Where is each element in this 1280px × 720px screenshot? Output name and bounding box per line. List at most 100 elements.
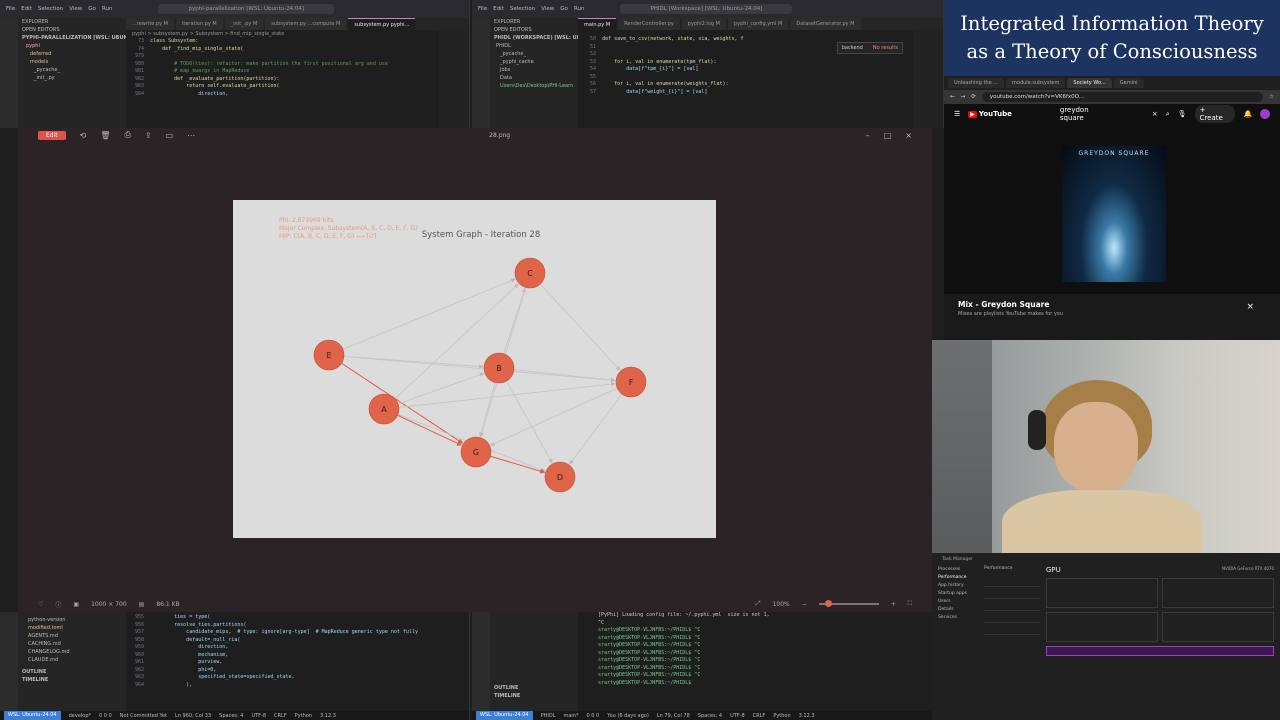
- forward-icon[interactable]: →: [961, 94, 966, 100]
- outline-header[interactable]: OUTLINE: [490, 684, 578, 692]
- code-editor[interactable]: 50 def save_to_csv(network, state, sia, …: [578, 30, 943, 96]
- menu-selection[interactable]: Selection: [38, 6, 63, 12]
- minimize-icon[interactable]: –: [866, 131, 870, 140]
- menu-go[interactable]: Go: [560, 6, 568, 12]
- code-line[interactable]: 962 phi=0,: [132, 667, 469, 675]
- zoom-in-icon[interactable]: +: [891, 601, 896, 608]
- status-item[interactable]: 0 0 0: [587, 713, 600, 719]
- code-line[interactable]: 958 default=_null_ria(: [132, 637, 469, 645]
- find-input[interactable]: backend: [842, 45, 863, 51]
- tree-item[interactable]: CHANGELOG.md: [18, 648, 126, 656]
- code-line[interactable]: 53 for i, val in enumerate(tpm_flat):: [584, 59, 943, 67]
- menu-edit[interactable]: Edit: [493, 6, 504, 12]
- code-line[interactable]: 982 def _evaluate_partition(partition):: [132, 76, 469, 84]
- minimap[interactable]: [913, 30, 943, 128]
- code-line[interactable]: 55: [584, 74, 943, 82]
- mix-title[interactable]: Mix - Greydon Square: [958, 300, 1266, 309]
- code-line[interactable]: 961 purview,: [132, 659, 469, 667]
- code-line[interactable]: 957 candidate_mips, # type: ignore[arg-t…: [132, 629, 469, 637]
- more-icon[interactable]: ⋯: [187, 131, 195, 140]
- rotate-icon[interactable]: ⟲: [80, 131, 87, 140]
- editor-tab[interactable]: _init_.py M: [224, 18, 264, 30]
- album-art[interactable]: GREYDON SQUARE: [1062, 146, 1166, 282]
- avatar[interactable]: [1260, 109, 1270, 119]
- outline-header[interactable]: OUTLINE: [18, 668, 126, 676]
- editor-tab[interactable]: DatasetGenerator.py M: [790, 18, 861, 30]
- command-center[interactable]: PHIDL [Workspace] [WSL: Ubuntu-24.04]: [620, 4, 793, 14]
- status-item[interactable]: Spaces: 4: [219, 713, 243, 719]
- tree-item[interactable]: _init_.py: [18, 74, 126, 82]
- code-line[interactable]: 963 specified_state=specified_state,: [132, 674, 469, 682]
- code-line[interactable]: 979: [132, 53, 469, 61]
- status-item[interactable]: UTF-8: [730, 713, 745, 719]
- menu-selection[interactable]: Selection: [510, 6, 535, 12]
- code-line[interactable]: 983 return self.evaluate_partition(: [132, 83, 469, 91]
- status-item[interactable]: PHIDL: [541, 713, 556, 719]
- nav-item-active[interactable]: Performance: [938, 574, 984, 582]
- tree-item[interactable]: deferred: [18, 50, 126, 58]
- fullscreen-icon[interactable]: ⛶: [908, 600, 912, 608]
- tree-item[interactable]: _pycache_: [490, 50, 578, 58]
- status-item[interactable]: Ln 960, Col 33: [175, 713, 211, 719]
- nav-item[interactable]: Startup apps: [938, 590, 984, 598]
- delete-icon[interactable]: 🗑: [100, 131, 110, 140]
- perf-tile[interactable]: [984, 599, 1040, 611]
- browser-tab[interactable]: Gemini: [1113, 78, 1144, 88]
- editor-tab-active[interactable]: main.py M: [578, 18, 617, 30]
- code-line[interactable]: 984 direction,: [132, 91, 469, 99]
- tree-item[interactable]: CLAUDE.md: [18, 656, 126, 664]
- tree-item[interactable]: Jobs: [490, 66, 578, 74]
- code-line[interactable]: 955 ties = type(: [132, 614, 469, 622]
- close-icon[interactable]: ×: [1246, 302, 1254, 312]
- timeline-header[interactable]: TIMELINE: [18, 676, 126, 684]
- code-line[interactable]: 54 data[f"tpm_{i}"] = [val]: [584, 66, 943, 74]
- zoom-slider[interactable]: [818, 600, 879, 607]
- tree-item[interactable]: modified.toml: [18, 624, 126, 632]
- timeline-header[interactable]: TIMELINE: [490, 692, 578, 700]
- tree-item[interactable]: AGENTS.md: [18, 632, 126, 640]
- tree-item[interactable]: python-version: [18, 616, 126, 624]
- nav-item[interactable]: Details: [938, 606, 984, 614]
- open-editors-header[interactable]: OPEN EDITORS: [490, 26, 578, 34]
- status-item[interactable]: main*: [564, 713, 579, 719]
- nav-item[interactable]: Processes: [938, 566, 984, 574]
- status-item[interactable]: UTF-8: [251, 713, 266, 719]
- menu-view[interactable]: View: [541, 6, 554, 12]
- status-item[interactable]: 3.12.3: [320, 713, 336, 719]
- bookmark-icon[interactable]: ☆: [1269, 94, 1274, 100]
- zoom-out-icon[interactable]: −: [802, 601, 807, 608]
- code-line[interactable]: 981 # map_kwargs in MapReduce: [132, 68, 469, 76]
- browser-tab[interactable]: Unleashing the ...: [948, 78, 1005, 88]
- menu-file[interactable]: File: [6, 6, 15, 12]
- remote-indicator[interactable]: WSL: Ubuntu-24.04: [476, 711, 533, 720]
- status-item[interactable]: Python: [295, 713, 312, 719]
- perf-tile[interactable]: [984, 611, 1040, 623]
- maximize-icon[interactable]: □: [884, 131, 892, 140]
- status-item[interactable]: You (6 days ago): [607, 713, 649, 719]
- open-editors-header[interactable]: OPEN EDITORS: [18, 26, 126, 34]
- tree-item[interactable]: _pycache_: [18, 66, 126, 74]
- menu-run[interactable]: Run: [574, 6, 585, 12]
- editor-tab[interactable]: iteration.py M: [176, 18, 223, 30]
- reload-icon[interactable]: ⟳: [971, 94, 976, 100]
- editor-tab[interactable]: pyphi_config.yml M: [727, 18, 789, 30]
- code-line[interactable]: 73 class Subsystem:: [132, 38, 469, 46]
- back-icon[interactable]: ←: [950, 94, 955, 100]
- code-line[interactable]: 964 ),: [132, 682, 469, 690]
- menu-icon[interactable]: ☰: [954, 110, 960, 118]
- perf-tile[interactable]: [984, 623, 1040, 635]
- info-icon[interactable]: ⓘ: [55, 600, 61, 609]
- tree-item[interactable]: pyphi: [18, 42, 126, 50]
- close-icon[interactable]: ×: [905, 131, 912, 140]
- status-item[interactable]: CRLF: [274, 713, 287, 719]
- status-item[interactable]: develop*: [69, 713, 91, 719]
- menu-view[interactable]: View: [69, 6, 82, 12]
- url-field[interactable]: youtube.com/watch?v=VK6fx0O...: [981, 92, 1264, 102]
- nav-item[interactable]: App history: [938, 582, 984, 590]
- menu-edit[interactable]: Edit: [21, 6, 32, 12]
- browser-tab[interactable]: module.subsystem: [1006, 78, 1066, 88]
- search-input[interactable]: greydon square: [1060, 106, 1114, 122]
- nav-item[interactable]: Users: [938, 598, 984, 606]
- tree-item[interactable]: CACHING.md: [18, 640, 126, 648]
- perf-tile[interactable]: [984, 587, 1040, 599]
